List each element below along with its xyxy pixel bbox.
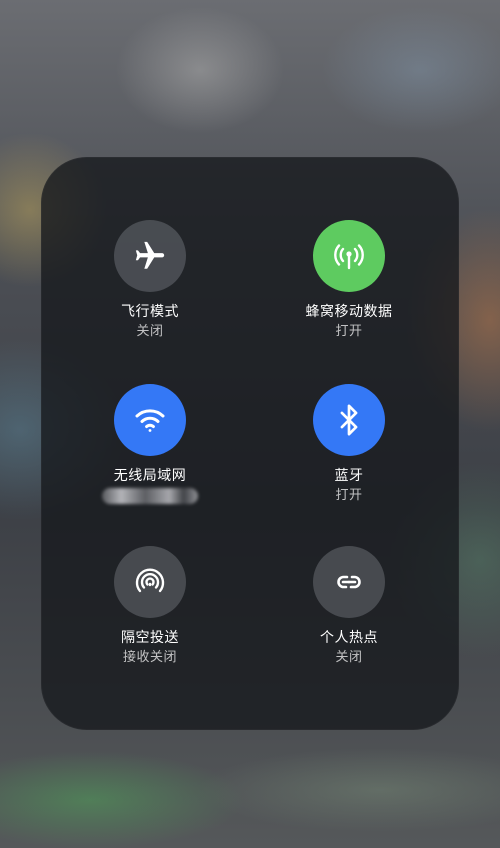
airdrop-status: 接收关闭 (122, 650, 177, 665)
personal-hotspot-toggle[interactable]: 个人热点 关闭 (274, 546, 424, 668)
bluetooth-button[interactable] (313, 384, 385, 456)
wifi-label: 无线局域网 (113, 468, 187, 484)
cellular-data-button[interactable] (313, 220, 385, 292)
bluetooth-toggle[interactable]: 蓝牙 打开 (274, 384, 424, 506)
cellular-data-toggle[interactable]: 蜂窝移动数据 打开 (274, 220, 424, 342)
airplane-icon (135, 241, 165, 269)
personal-hotspot-label: 个人热点 (320, 630, 378, 646)
cellular-antenna-icon (334, 244, 364, 270)
airplane-mode-toggle[interactable]: 飞行模式 关闭 (75, 220, 225, 342)
airplane-mode-label: 飞行模式 (121, 304, 179, 320)
wifi-network-name-redacted (102, 488, 198, 504)
connectivity-panel: 飞行模式 关闭 蜂窝移动数据 打开 无线局域网 蓝牙 打开 隔空投送 接收关闭 … (41, 157, 459, 730)
personal-hotspot-status: 关闭 (335, 650, 363, 665)
airdrop-icon (135, 568, 165, 593)
cellular-data-label: 蜂窝移动数据 (305, 304, 393, 320)
airplane-mode-status: 关闭 (136, 324, 164, 339)
airdrop-button[interactable] (114, 546, 186, 618)
airdrop-label: 隔空投送 (121, 630, 179, 646)
bluetooth-label: 蓝牙 (334, 468, 364, 484)
hotspot-link-icon (337, 575, 361, 589)
personal-hotspot-button[interactable] (313, 546, 385, 618)
airdrop-toggle[interactable]: 隔空投送 接收关闭 (75, 546, 225, 668)
wifi-toggle[interactable]: 无线局域网 (75, 384, 225, 504)
airplane-mode-button[interactable] (114, 220, 186, 292)
cellular-data-status: 打开 (335, 324, 363, 339)
bluetooth-icon (340, 404, 358, 436)
bluetooth-status: 打开 (335, 488, 363, 503)
wifi-button[interactable] (114, 384, 186, 456)
wifi-icon (135, 409, 165, 432)
